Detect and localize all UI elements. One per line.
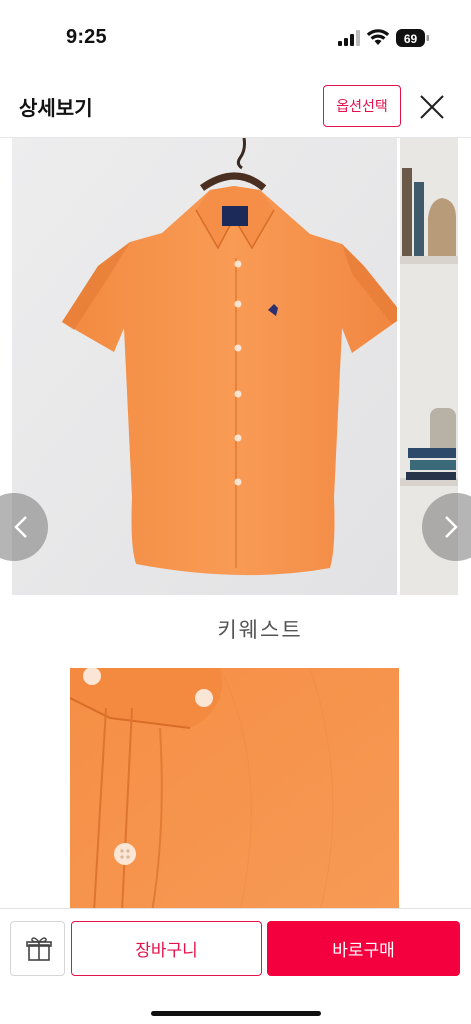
chevron-right-icon	[445, 516, 458, 538]
page-title: 상세보기	[19, 96, 93, 120]
product-image-main	[12, 138, 397, 595]
bottom-action-bar: 장바구니 바로구매	[0, 908, 471, 1024]
signal-icon	[338, 30, 360, 46]
product-detail-page: 9:25 69 상세보기 옵션선택 키웨스트 장바구니 바로구매	[0, 0, 471, 1024]
status-time: 9:25	[66, 26, 107, 48]
option-select-button[interactable]: 옵션선택	[323, 85, 401, 127]
chevron-left-icon	[14, 516, 27, 538]
battery-level: 69	[404, 32, 418, 46]
wifi-icon	[366, 29, 390, 45]
buy-now-button[interactable]: 바로구매	[267, 921, 460, 976]
gift-icon	[26, 937, 52, 961]
product-image-carousel[interactable]	[0, 138, 471, 598]
gift-button[interactable]	[10, 921, 65, 976]
home-indicator	[151, 1011, 321, 1016]
status-bar: 9:25 69	[0, 0, 471, 72]
header: 상세보기 옵션선택	[0, 72, 471, 138]
product-detail-image	[70, 668, 399, 912]
close-icon[interactable]	[419, 94, 445, 120]
add-to-cart-button[interactable]: 장바구니	[71, 921, 262, 976]
product-caption: 키웨스트	[217, 618, 303, 642]
battery-icon: 69	[396, 29, 429, 47]
